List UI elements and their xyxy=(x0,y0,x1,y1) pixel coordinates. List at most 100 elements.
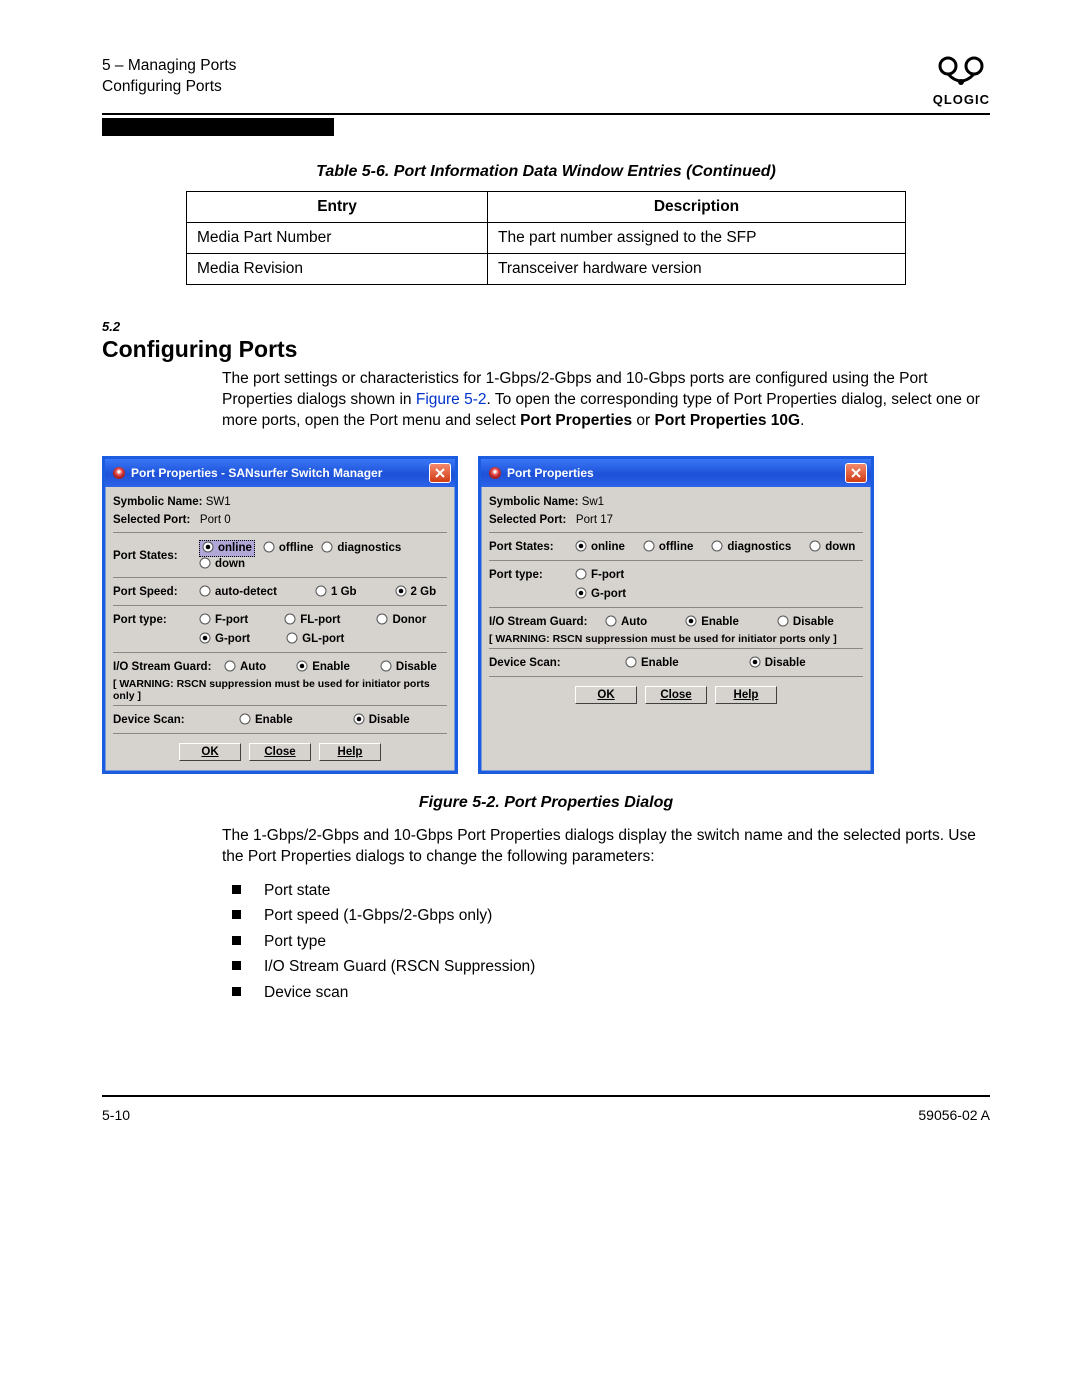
radio-option-Donor[interactable]: Donor xyxy=(376,613,426,628)
radio-label: 2 Gb xyxy=(411,586,437,598)
list-item: Port type xyxy=(222,929,990,955)
symbolic-name-value: Sw1 xyxy=(582,496,604,508)
radio-option-diagnostics[interactable]: diagnostics xyxy=(711,540,791,555)
radio-icon xyxy=(711,540,723,555)
header-section: Configuring Ports xyxy=(102,77,236,98)
radio-option-Auto[interactable]: Auto xyxy=(224,660,266,675)
radio-icon xyxy=(286,632,298,647)
radio-option-diagnostics[interactable]: diagnostics xyxy=(321,540,401,557)
radio-option-F-port[interactable]: F-port xyxy=(575,568,624,583)
selected-port-value: Port 17 xyxy=(576,514,613,526)
table-row: Media Part Number The part number assign… xyxy=(187,223,906,254)
dialog-titlebar[interactable]: Port Properties - SANsurfer Switch Manag… xyxy=(105,459,455,487)
page-number: 5-10 xyxy=(102,1107,130,1123)
radio-option-G-port[interactable]: G-port xyxy=(575,587,626,602)
ok-button[interactable]: OK xyxy=(575,686,637,704)
radio-label: Disable xyxy=(765,657,806,669)
radio-selected-icon xyxy=(202,541,214,556)
radio-label: diagnostics xyxy=(337,542,401,554)
radio-option-G-port[interactable]: G-port xyxy=(199,632,250,647)
radio-icon xyxy=(199,557,211,572)
radio-option-down[interactable]: down xyxy=(199,557,245,572)
radio-option-Disable[interactable]: Disable xyxy=(777,615,834,630)
radio-option-FL-port[interactable]: FL-port xyxy=(284,613,340,628)
dialog-titlebar[interactable]: Port Properties xyxy=(481,459,871,487)
radio-option-2-Gb[interactable]: 2 Gb xyxy=(395,585,437,600)
radio-option-Enable[interactable]: Enable xyxy=(625,656,679,671)
para-2: The 1-Gbps/2-Gbps and 10-Gbps Port Prope… xyxy=(222,826,990,868)
radio-option-GL-port[interactable]: GL-port xyxy=(286,632,344,647)
port-type-group-row1: F-port xyxy=(575,568,863,583)
port-speed-group: auto-detect 1 Gb 2 Gb xyxy=(199,585,447,600)
figure-caption: Figure 5-2. Port Properties Dialog xyxy=(102,794,990,812)
port-properties-dialog-2g: Port Properties - SANsurfer Switch Manag… xyxy=(102,456,458,774)
radio-option-online[interactable]: online xyxy=(199,540,255,557)
radio-icon xyxy=(777,615,789,630)
header-chapter: 5 – Managing Ports xyxy=(102,56,236,77)
port-type-group-row2: G-port xyxy=(575,587,863,602)
radio-label: FL-port xyxy=(300,614,340,626)
radio-icon xyxy=(625,656,637,671)
radio-selected-icon xyxy=(685,615,697,630)
help-button[interactable]: Help xyxy=(715,686,777,704)
radio-option-Disable[interactable]: Disable xyxy=(749,656,806,671)
radio-selected-icon xyxy=(199,632,211,647)
radio-label: G-port xyxy=(591,588,626,600)
radio-icon xyxy=(605,615,617,630)
radio-label: Disable xyxy=(396,661,437,673)
radio-label: Disable xyxy=(793,616,834,628)
radio-label: GL-port xyxy=(302,633,344,645)
close-button[interactable] xyxy=(845,463,867,483)
radio-option-down[interactable]: down xyxy=(809,540,855,555)
list-item: Port state xyxy=(222,878,990,904)
radio-label: offline xyxy=(659,541,694,553)
radio-label: Enable xyxy=(701,616,739,628)
radio-option-Disable[interactable]: Disable xyxy=(380,660,437,675)
close-button[interactable] xyxy=(429,463,451,483)
help-button[interactable]: Help xyxy=(319,743,381,761)
radio-option-Auto[interactable]: Auto xyxy=(605,615,647,630)
figure-link[interactable]: Figure 5-2 xyxy=(416,391,487,408)
radio-option-Enable[interactable]: Enable xyxy=(685,615,739,630)
radio-option-online[interactable]: online xyxy=(575,540,625,555)
radio-label: Donor xyxy=(392,614,426,626)
port-type-label: Port type: xyxy=(113,614,193,626)
dialog-title: Port Properties xyxy=(507,466,594,480)
table-row: Media Revision Transceiver hardware vers… xyxy=(187,254,906,285)
radio-option-auto-detect[interactable]: auto-detect xyxy=(199,585,277,600)
table-header-row: Entry Description xyxy=(187,192,906,223)
close-button-dlg[interactable]: Close xyxy=(249,743,311,761)
radio-icon xyxy=(809,540,821,555)
bullet-list: Port state Port speed (1-Gbps/2-Gbps onl… xyxy=(222,878,990,1006)
radio-option-1-Gb[interactable]: 1 Gb xyxy=(315,585,357,600)
radio-selected-icon xyxy=(575,587,587,602)
radio-label: Enable xyxy=(312,661,350,673)
symbolic-name-value: SW1 xyxy=(206,496,231,508)
radio-option-offline[interactable]: offline xyxy=(263,540,314,557)
radio-label: F-port xyxy=(591,569,624,581)
device-scan-group: Enable Disable xyxy=(625,656,863,671)
radio-selected-icon xyxy=(395,585,407,600)
port-states-label: Port States: xyxy=(489,541,569,553)
radio-selected-icon xyxy=(296,660,308,675)
dialog-title: Port Properties - SANsurfer Switch Manag… xyxy=(131,466,382,480)
selected-port-label: Selected Port: xyxy=(113,514,190,526)
list-item: Port speed (1-Gbps/2-Gbps only) xyxy=(222,903,990,929)
radio-label: online xyxy=(218,542,252,554)
radio-icon xyxy=(575,568,587,583)
radio-option-F-port[interactable]: F-port xyxy=(199,613,248,628)
ok-button[interactable]: OK xyxy=(179,743,241,761)
close-icon xyxy=(435,468,445,478)
radio-option-Enable[interactable]: Enable xyxy=(239,713,293,728)
port-type-group-row1: F-port FL-port Donor xyxy=(199,613,447,628)
port-states-label: Port States: xyxy=(113,550,193,562)
radio-label: Disable xyxy=(369,714,410,726)
close-button-dlg[interactable]: Close xyxy=(645,686,707,704)
radio-option-offline[interactable]: offline xyxy=(643,540,694,555)
dialog-button-bar: OK Close Help xyxy=(489,682,863,706)
radio-label: auto-detect xyxy=(215,586,277,598)
radio-icon xyxy=(380,660,392,675)
radio-option-Disable[interactable]: Disable xyxy=(353,713,410,728)
radio-icon xyxy=(376,613,388,628)
radio-option-Enable[interactable]: Enable xyxy=(296,660,350,675)
